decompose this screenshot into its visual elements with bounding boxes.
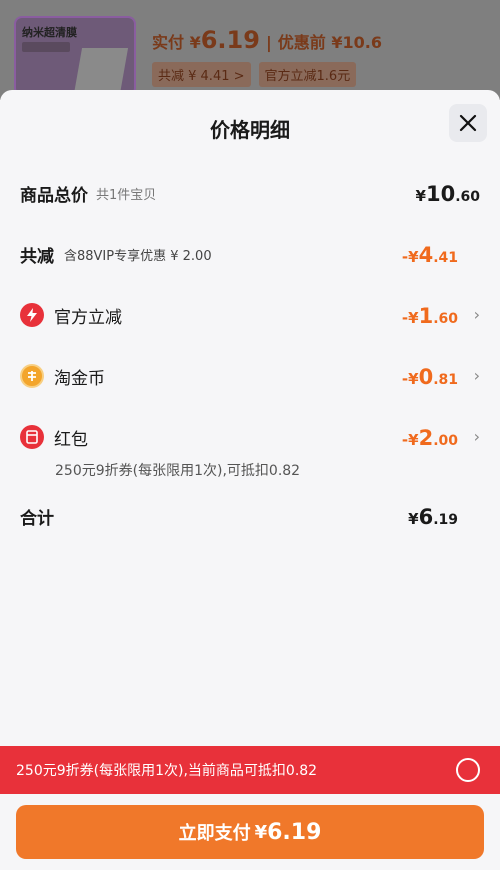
total-price-label: 商品总价: [20, 185, 88, 206]
total-price-value: ¥10.60: [415, 182, 480, 206]
official-discount-row[interactable]: 官方立减 -¥ 1.60 ›: [20, 300, 480, 330]
coupon-note: 250元9折券(每张限用1次),可抵扣0.82: [55, 463, 301, 479]
coupon-radio[interactable]: [456, 758, 480, 782]
sum-value: ¥6.19: [408, 505, 458, 529]
close-button[interactable]: [449, 104, 487, 142]
coin-discount-value: -¥ 0.81: [401, 365, 458, 389]
vip-discount-note: 含88VIP专享优惠 ¥ 2.00: [64, 248, 212, 264]
discount-row: 共减 含88VIP专享优惠 ¥ 2.00 -¥ 4.41: [20, 239, 480, 269]
product-thumbnail: 纳米超清膜: [14, 16, 136, 96]
red-packet-label: 红包: [54, 429, 88, 450]
total-price-row: 商品总价 共1件宝贝 ¥10.60: [20, 178, 480, 208]
discount-value: -¥ 4.41: [401, 243, 458, 267]
coin-icon: [20, 364, 44, 388]
sum-label: 合计: [20, 508, 54, 529]
official-discount-label: 官方立减: [54, 307, 122, 328]
chevron-right-icon: ›: [473, 366, 480, 385]
total-discount-tag: 共减 ¥ 4.41 >: [152, 62, 251, 87]
chevron-right-icon: ›: [473, 427, 480, 446]
coupon-bar[interactable]: 250元9折券(每张限用1次),当前商品可抵扣0.82: [0, 746, 500, 794]
sheet-title: 价格明细: [210, 118, 290, 142]
red-packet-icon: [20, 425, 44, 449]
chevron-right-icon: ›: [473, 305, 480, 324]
discount-tags: 共减 ¥ 4.41 > 官方立减1.6元: [152, 62, 357, 87]
pay-now-button[interactable]: 立即支付 ¥ 6.19: [16, 805, 484, 859]
coin-discount-label: 淘金币: [54, 368, 105, 389]
discount-label: 共减: [20, 246, 54, 267]
item-count: 共1件宝贝: [96, 187, 157, 203]
coin-discount-row[interactable]: 淘金币 -¥ 0.81 ›: [20, 361, 480, 391]
product-thumb-text: 纳米超清膜: [22, 26, 77, 39]
official-discount-value: -¥ 1.60: [401, 304, 458, 328]
sum-row: 合计 ¥6.19: [20, 501, 480, 531]
lightning-icon: [20, 303, 44, 327]
product-thumb-tag: [22, 42, 70, 52]
paid-price: 实付 ¥6.19 | 优惠前 ¥10.6: [152, 26, 382, 54]
red-packet-value: -¥ 2.00: [401, 426, 458, 450]
coupon-bar-text: 250元9折券(每张限用1次),当前商品可抵扣0.82: [16, 763, 318, 779]
product-header-background: 纳米超清膜 实付 ¥6.19 | 优惠前 ¥10.6 共减 ¥ 4.41 > 官方立…: [0, 0, 500, 100]
official-discount-tag: 官方立减1.6元: [258, 62, 357, 87]
product-thumb-image: [73, 48, 129, 94]
red-packet-row[interactable]: 红包 -¥ 2.00 ›: [20, 422, 480, 452]
close-icon: [459, 114, 477, 132]
